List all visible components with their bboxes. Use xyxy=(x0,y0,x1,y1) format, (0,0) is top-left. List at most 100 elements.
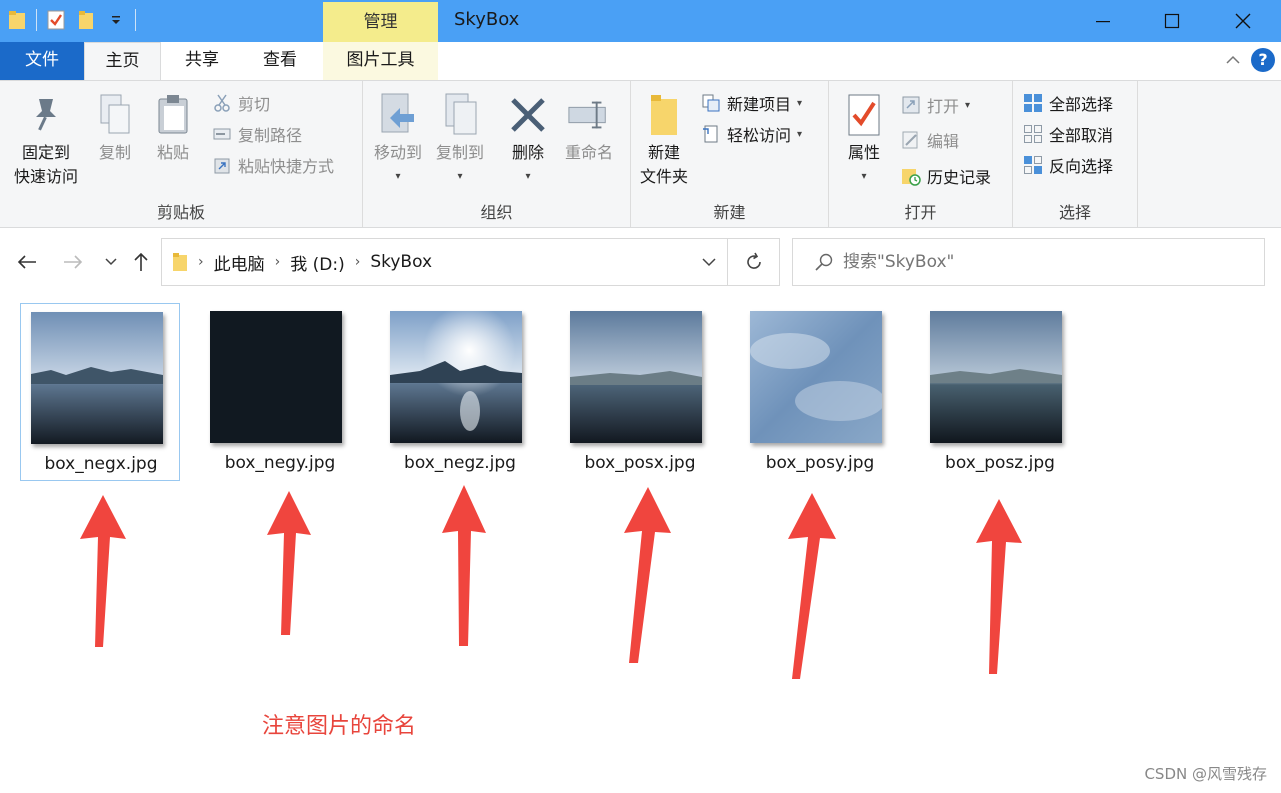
history-label: 历史记录 xyxy=(927,168,992,187)
chevron-right-icon: › xyxy=(354,254,361,270)
back-button[interactable] xyxy=(14,247,40,277)
paste-shortcut-button[interactable]: 粘贴快捷方式 xyxy=(212,151,334,179)
properties-icon[interactable] xyxy=(45,8,67,32)
edit-button[interactable]: 编辑 xyxy=(901,126,959,154)
minimize-icon xyxy=(1096,21,1110,23)
new-folder-button[interactable]: 新建 文件夹 xyxy=(635,89,693,189)
chevron-down-icon: ▾ xyxy=(525,171,531,182)
group-open: 属性 ▾ 打开 ▾ 编辑 历史记录 打开 xyxy=(829,81,1013,227)
up-arrow-icon xyxy=(134,252,148,271)
search-input[interactable] xyxy=(843,252,1223,272)
history-button[interactable]: 历史记录 xyxy=(901,162,991,190)
file-item-box-posz[interactable]: box_posz.jpg xyxy=(920,303,1080,481)
file-item-box-posx[interactable]: box_posx.jpg xyxy=(560,303,720,481)
paste-button[interactable]: 粘贴 xyxy=(150,89,196,165)
file-list: box_negx.jpg box_negy.jpg box_negz.jpg b… xyxy=(0,295,1281,793)
maximize-button[interactable] xyxy=(1137,0,1207,42)
refresh-button[interactable] xyxy=(728,238,780,286)
tab-file[interactable]: 文件 xyxy=(0,42,84,80)
copy-label: 复制 xyxy=(98,143,131,162)
arrow-up-icon xyxy=(80,495,126,647)
image-thumbnail xyxy=(210,311,342,443)
copy-to-icon xyxy=(438,89,482,141)
refresh-icon xyxy=(746,252,761,269)
tab-home[interactable]: 主页 xyxy=(84,42,161,80)
close-button[interactable] xyxy=(1208,0,1278,42)
group-label-select: 选择 xyxy=(1058,203,1091,222)
customize-dropdown-icon[interactable] xyxy=(105,8,127,32)
group-clipboard: 固定到 快速访问 复制 粘贴 剪切 复制路径 粘贴快捷方式 剪贴板 xyxy=(0,81,363,227)
window-title: SkyBox xyxy=(454,9,520,30)
group-label-organize: 组织 xyxy=(480,203,513,222)
select-all-icon xyxy=(1023,93,1043,113)
new-item-button[interactable]: 新建项目 ▾ xyxy=(701,89,802,117)
file-item-box-negy[interactable]: box_negy.jpg xyxy=(200,303,360,481)
delete-x-icon xyxy=(506,89,550,141)
open-icon xyxy=(901,95,921,115)
properties-button[interactable]: 属性 ▾ xyxy=(839,89,889,189)
easy-access-icon xyxy=(701,124,721,144)
address-dropdown-icon[interactable] xyxy=(701,251,717,273)
tab-picture-tools[interactable]: 图片工具 xyxy=(323,42,438,80)
watermark-credit: CSDN @风雪残存 xyxy=(1144,765,1267,783)
edit-icon xyxy=(901,130,921,150)
new-folder-label-1: 新建 xyxy=(647,143,680,162)
tab-share[interactable]: 共享 xyxy=(163,42,241,80)
navigation-bar: › 此电脑 › 我 (D:) › SkyBox xyxy=(0,229,1281,295)
group-select: 全部选择 全部取消 反向选择 选择 xyxy=(1013,81,1138,227)
copy-path-icon xyxy=(212,124,232,144)
pin-label-2: 快速访问 xyxy=(13,167,78,186)
group-label-new: 新建 xyxy=(713,203,746,222)
copy-path-label: 复制路径 xyxy=(238,126,303,145)
pin-icon xyxy=(24,89,68,141)
easy-access-button[interactable]: 轻松访问 ▾ xyxy=(701,120,802,148)
delete-button[interactable]: 删除 ▾ xyxy=(503,89,553,189)
search-box[interactable] xyxy=(792,238,1265,286)
copy-to-button[interactable]: 复制到 ▾ xyxy=(431,89,489,189)
open-button[interactable]: 打开 ▾ xyxy=(901,91,970,119)
move-to-button[interactable]: 移动到 ▾ xyxy=(369,89,427,189)
new-folder-icon[interactable] xyxy=(75,8,97,32)
properties-icon xyxy=(842,89,886,141)
cut-button[interactable]: 剪切 xyxy=(212,89,270,117)
arrow-up-icon xyxy=(442,485,486,646)
select-none-button[interactable]: 全部取消 xyxy=(1023,120,1113,148)
file-item-box-posy[interactable]: box_posy.jpg xyxy=(740,303,900,481)
chevron-down-icon: ▾ xyxy=(861,171,867,182)
chevron-right-icon: › xyxy=(198,254,204,270)
select-all-label: 全部选择 xyxy=(1049,95,1114,114)
rename-icon xyxy=(567,89,611,141)
invert-selection-button[interactable]: 反向选择 xyxy=(1023,151,1113,179)
file-name: box_posz.jpg xyxy=(945,453,1055,473)
rename-button[interactable]: 重命名 xyxy=(559,89,619,165)
breadcrumb-skybox[interactable]: SkyBox xyxy=(370,252,432,272)
copy-path-button[interactable]: 复制路径 xyxy=(212,120,302,148)
copy-icon xyxy=(93,89,137,141)
forward-button[interactable] xyxy=(60,247,86,277)
breadcrumb-drive-d[interactable]: 我 (D:) xyxy=(290,250,345,275)
group-label-open: 打开 xyxy=(904,203,937,222)
select-all-button[interactable]: 全部选择 xyxy=(1023,89,1113,117)
file-item-box-negz[interactable]: box_negz.jpg xyxy=(380,303,540,481)
select-none-icon xyxy=(1023,124,1043,144)
file-name: box_posy.jpg xyxy=(765,453,875,473)
breadcrumb-this-pc[interactable]: 此电脑 xyxy=(214,250,265,275)
pin-quick-access-button[interactable]: 固定到 快速访问 xyxy=(8,89,84,189)
minimize-button[interactable] xyxy=(1068,0,1138,42)
history-icon xyxy=(901,166,921,186)
address-bar[interactable]: › 此电脑 › 我 (D:) › SkyBox xyxy=(161,238,728,286)
image-thumbnail xyxy=(570,311,702,443)
file-item-box-negx[interactable]: box_negx.jpg xyxy=(20,303,180,481)
tab-manage[interactable]: 管理 xyxy=(323,2,438,42)
select-none-label: 全部取消 xyxy=(1049,126,1114,145)
scissors-icon xyxy=(212,93,232,113)
collapse-ribbon-icon[interactable] xyxy=(1225,54,1241,66)
up-button[interactable] xyxy=(128,247,154,277)
help-icon[interactable]: ? xyxy=(1251,48,1275,72)
chevron-down-icon: ▾ xyxy=(797,128,803,140)
recent-locations-button[interactable] xyxy=(98,247,124,277)
folder-icon[interactable] xyxy=(6,8,28,32)
ribbon: 固定到 快速访问 复制 粘贴 剪切 复制路径 粘贴快捷方式 剪贴板 移动到 ▾ … xyxy=(0,80,1281,228)
copy-button[interactable]: 复制 xyxy=(92,89,138,165)
tab-view[interactable]: 查看 xyxy=(241,42,319,80)
